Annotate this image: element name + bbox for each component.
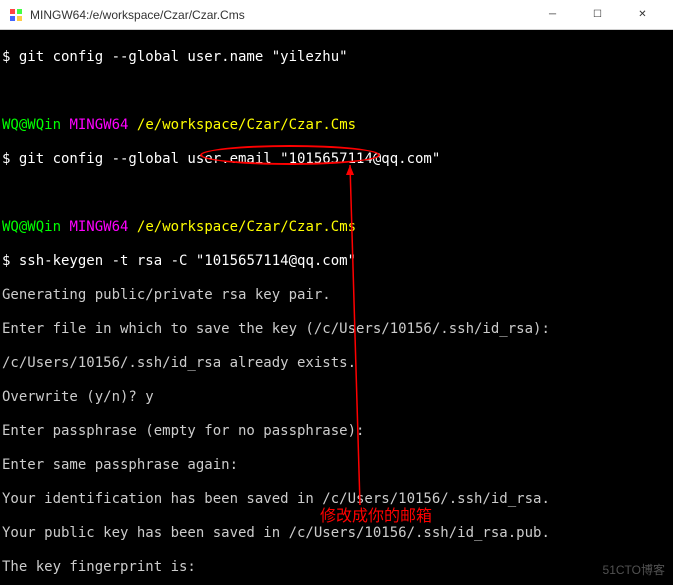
maximize-button[interactable]: ☐ <box>575 0 620 30</box>
env-label: MINGW64 <box>69 219 128 235</box>
output-line: Your identification has been saved in /c… <box>0 491 673 508</box>
command-line: $ git config --global user.email "101565… <box>0 151 673 168</box>
path-label: /e/workspace/Czar/Czar.Cms <box>137 117 356 133</box>
prompt-line: WQ@WQin MINGW64 /e/workspace/Czar/Czar.C… <box>0 117 673 134</box>
output-line: /c/Users/10156/.ssh/id_rsa already exist… <box>0 355 673 372</box>
user-host: WQ@WQin <box>2 219 61 235</box>
user-host: WQ@WQin <box>2 117 61 133</box>
prompt-line: WQ@WQin MINGW64 /e/workspace/Czar/Czar.C… <box>0 219 673 236</box>
output-line: Enter passphrase (empty for no passphras… <box>0 423 673 440</box>
output-line: Your public key has been saved in /c/Use… <box>0 525 673 542</box>
env-label: MINGW64 <box>69 117 128 133</box>
window-title: MINGW64:/e/workspace/Czar/Czar.Cms <box>30 8 530 22</box>
ssh-email: "1015657114@qq.com" <box>196 253 356 269</box>
annotation-text: 修改成你的邮箱 <box>320 508 432 525</box>
terminal-area[interactable]: $ git config --global user.name "yilezhu… <box>0 30 673 585</box>
watermark: 51CTO博客 <box>603 562 665 579</box>
command-line: $ ssh-keygen -t rsa -C "1015657114@qq.co… <box>0 253 673 270</box>
terminal-line <box>0 185 673 202</box>
path-label: /e/workspace/Czar/Czar.Cms <box>137 219 356 235</box>
output-line: The key fingerprint is: <box>0 559 673 576</box>
output-line: Overwrite (y/n)? y <box>0 389 673 406</box>
minimize-button[interactable]: ─ <box>530 0 575 30</box>
window-titlebar: MINGW64:/e/workspace/Czar/Czar.Cms ─ ☐ ✕ <box>0 0 673 30</box>
command-line: $ git config --global user.name "yilezhu… <box>0 49 673 66</box>
ssh-cmd-pre: $ ssh-keygen -t rsa -C <box>2 253 196 269</box>
close-button[interactable]: ✕ <box>620 0 665 30</box>
output-line: Enter file in which to save the key (/c/… <box>0 321 673 338</box>
terminal-line <box>0 83 673 100</box>
output-line: Generating public/private rsa key pair. <box>0 287 673 304</box>
app-icon <box>8 7 24 23</box>
window-controls: ─ ☐ ✕ <box>530 0 665 30</box>
output-line: Enter same passphrase again: <box>0 457 673 474</box>
